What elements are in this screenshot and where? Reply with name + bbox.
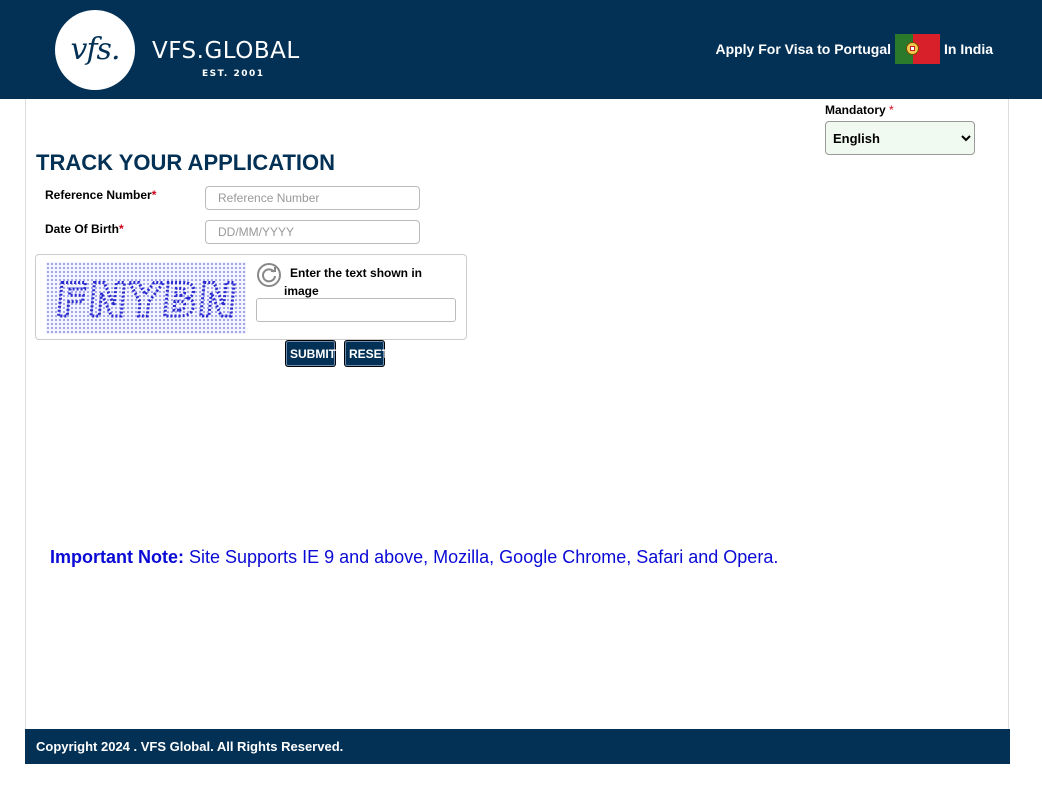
date-of-birth-label: Date Of Birth* (45, 222, 124, 236)
reference-number-label: Reference Number* (45, 188, 157, 202)
logo-mark: vfs. (70, 32, 121, 67)
note-text: Site Supports IE 9 and above, Mozilla, G… (184, 547, 779, 567)
language-select[interactable]: English (825, 121, 975, 155)
note-prefix: Important Note: (50, 547, 184, 567)
language-label: Mandatory * (825, 103, 894, 117)
captcha-panel: FNYBN Enter the text shown in image (35, 254, 467, 340)
captcha-input[interactable] (256, 298, 456, 322)
copyright-text: Copyright 2024 . VFS Global. All Rights … (36, 739, 344, 754)
brand-name: VFS.GLOBAL (152, 38, 300, 64)
submit-button[interactable]: SUBMIT (285, 340, 336, 367)
captcha-label: Enter the text shown in image (284, 266, 423, 298)
brand-est: EST. 2001 (202, 69, 265, 79)
captcha-image: FNYBN (46, 262, 246, 334)
required-mark: * (889, 103, 894, 117)
refresh-icon[interactable] (257, 263, 281, 287)
reset-button[interactable]: RESET (344, 340, 389, 367)
tagline-suffix: In India (944, 40, 993, 57)
captcha-text: FNYBN (53, 273, 240, 327)
vfs-logo[interactable]: vfs. (55, 10, 135, 90)
important-note: Important Note: Site Supports IE 9 and a… (50, 547, 778, 568)
page-title: TRACK YOUR APPLICATION (36, 150, 336, 175)
site-footer: Copyright 2024 . VFS Global. All Rights … (25, 729, 1010, 764)
tagline-prefix: Apply For Visa to Portugal (715, 40, 891, 57)
site-header: vfs. VFS.GLOBAL EST. 2001 Apply For Visa… (0, 0, 1042, 99)
main-content (25, 99, 1009, 729)
reference-number-input[interactable] (205, 186, 420, 210)
captcha-text-graphic: FNYBN (52, 272, 242, 329)
portugal-flag-icon (895, 33, 940, 64)
date-of-birth-input[interactable] (205, 220, 420, 244)
header-tagline: Apply For Visa to Portugal In India (715, 33, 993, 64)
